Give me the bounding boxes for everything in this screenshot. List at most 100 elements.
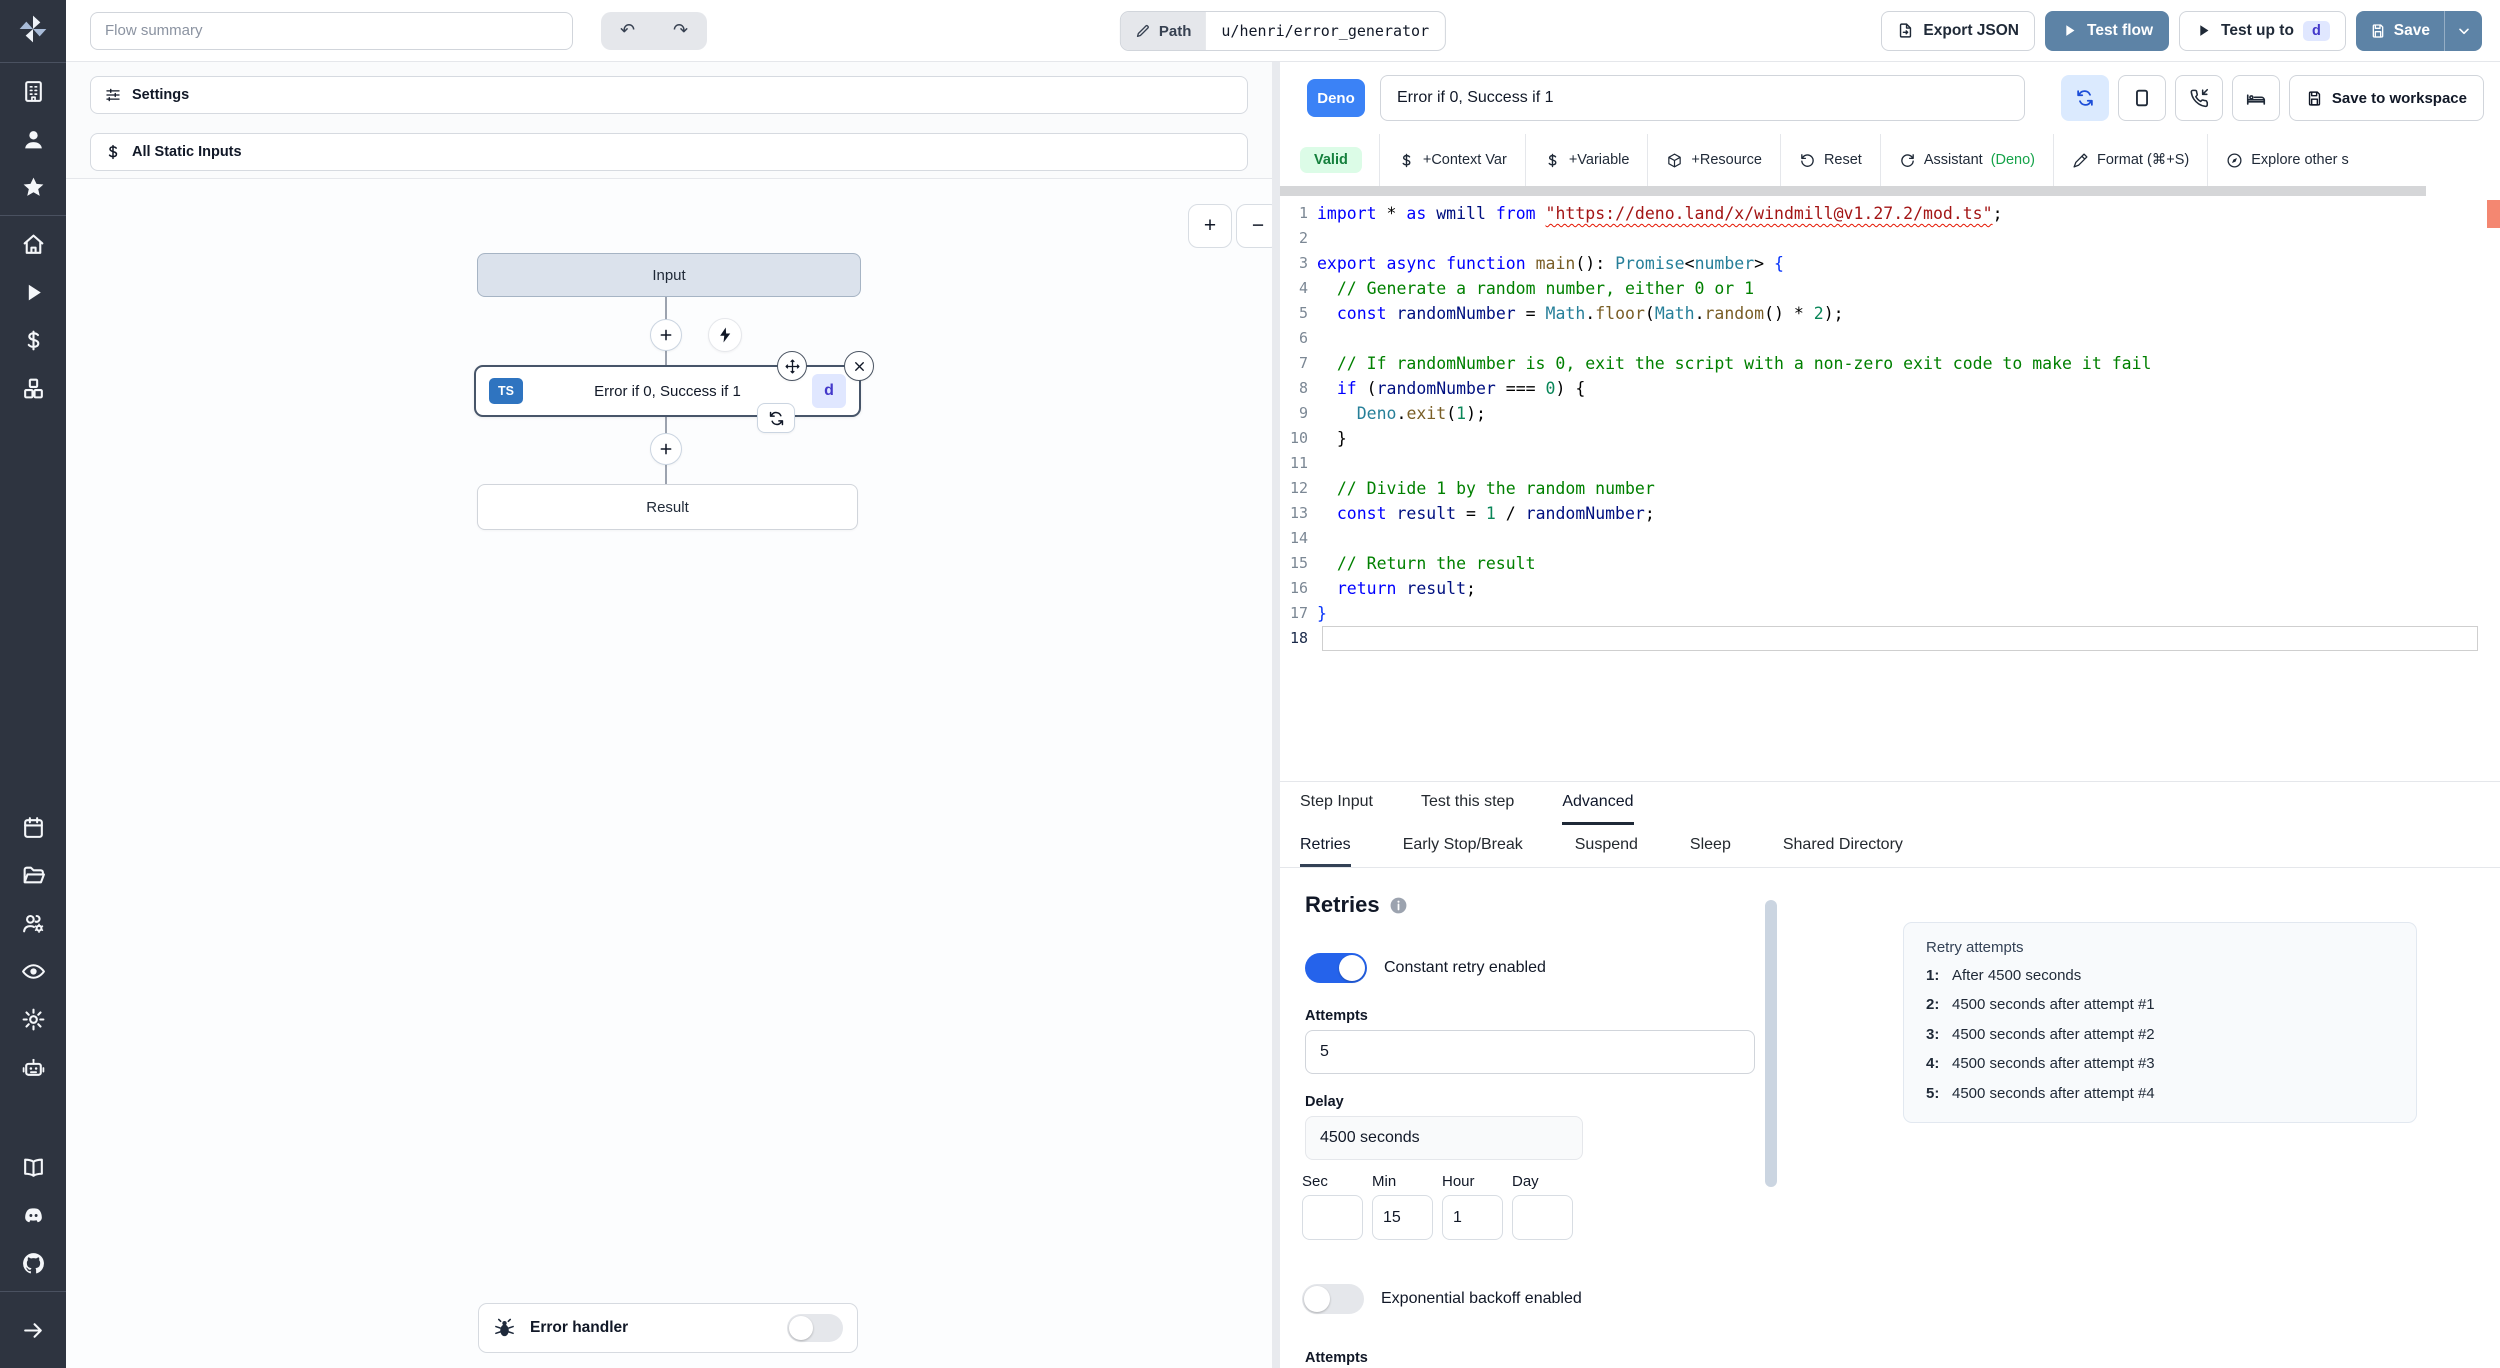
- code-editor[interactable]: 1 import * as wmill from "https://deno.la…: [1280, 196, 2500, 781]
- save-button-group: Save: [2355, 10, 2482, 51]
- result-node[interactable]: Result: [477, 484, 858, 530]
- attempts-label-clipped: Attempts: [1305, 1350, 1368, 1366]
- toolbar-format-s-button[interactable]: Format (⌘+S): [2053, 134, 2207, 186]
- close-icon: [852, 359, 867, 374]
- toolbar-reset-button[interactable]: Reset: [1779, 134, 1880, 186]
- tab-test-this-step[interactable]: Test this step: [1421, 782, 1514, 825]
- line-number: 10: [1289, 429, 1308, 447]
- sidebar-item-star[interactable]: [0, 163, 66, 211]
- windmill-logo[interactable]: [0, 0, 66, 58]
- test-flow-button[interactable]: Test flow: [2045, 10, 2170, 51]
- app-sidebar: [0, 0, 66, 1368]
- step-title-input[interactable]: [1380, 75, 2025, 121]
- subtab-retries[interactable]: Retries: [1300, 825, 1351, 867]
- bug-icon: [493, 1317, 516, 1340]
- save-dropdown-button[interactable]: [2444, 10, 2482, 51]
- redo-button[interactable]: ↷: [654, 12, 707, 50]
- delete-step-button[interactable]: [844, 351, 874, 381]
- sidebar-item-gear[interactable]: [0, 995, 66, 1043]
- subtab-early-stop-break[interactable]: Early Stop/Break: [1403, 825, 1523, 867]
- flow-settings-button[interactable]: Settings: [90, 76, 1248, 114]
- code-line-4: 4 // Generate a random number, either 0 …: [1280, 276, 2500, 301]
- script-header: Deno Save to workspace: [1280, 62, 2500, 134]
- insert-step-below-button[interactable]: [650, 433, 682, 465]
- sidebar-item-dollar[interactable]: [0, 316, 66, 364]
- book-icon: [21, 1155, 46, 1180]
- advanced-subtabs: Retries Early Stop/Break Suspend Sleep Share…: [1280, 825, 2500, 868]
- all-static-inputs-button[interactable]: All Static Inputs: [90, 133, 1248, 171]
- attempts-label: Attempts: [1305, 1008, 1368, 1024]
- trigger-button[interactable]: [708, 318, 742, 352]
- retries-section: Retries Constant retry enabled Attempts …: [1280, 868, 2500, 1368]
- toolbar-explore-other-s-button[interactable]: Explore other s: [2207, 134, 2367, 186]
- path-editor[interactable]: Path u/henri/error_generator: [1119, 11, 1447, 51]
- test-up-to-button[interactable]: Test up to d: [2179, 10, 2346, 51]
- sidebar-item-folder[interactable]: [0, 851, 66, 899]
- sidebar-item-robot[interactable]: [0, 1043, 66, 1091]
- editor-toolbar: Valid +Context Var +Variable +Resource Rese…: [1280, 134, 2500, 186]
- insert-step-above-button[interactable]: [650, 319, 682, 351]
- arrow-right-icon: [21, 1318, 46, 1343]
- flow-summary-input[interactable]: [90, 11, 573, 50]
- refresh-button[interactable]: [2060, 75, 2109, 121]
- plus-icon: [658, 441, 674, 457]
- sidebar-item-discord[interactable]: [0, 1191, 66, 1239]
- delay-min-input[interactable]: [1372, 1195, 1433, 1240]
- exponential-backoff-toggle[interactable]: [1302, 1284, 1364, 1314]
- sidebar-item-github[interactable]: [0, 1239, 66, 1287]
- retry-attempt-row: 5: 4500 seconds after attempt #4: [1926, 1084, 2155, 1102]
- sidebar-item-home[interactable]: [0, 220, 66, 268]
- step-retry-indicator[interactable]: [757, 403, 795, 433]
- move-step-handle[interactable]: [777, 351, 807, 381]
- input-node[interactable]: Input: [477, 253, 861, 297]
- subtab-sleep[interactable]: Sleep: [1690, 825, 1731, 867]
- sidebar-item-cubes[interactable]: [0, 364, 66, 412]
- delay-input[interactable]: [1305, 1116, 1583, 1160]
- error-handler-toggle[interactable]: [787, 1314, 843, 1342]
- tab-step-input[interactable]: Step Input: [1300, 782, 1373, 825]
- delay-label: Delay: [1305, 1094, 1344, 1110]
- subtab-shared-directory[interactable]: Shared Directory: [1783, 825, 1903, 867]
- retries-scrollbar[interactable]: [1765, 900, 1777, 1187]
- export-json-button[interactable]: Export JSON: [1881, 10, 2035, 51]
- cubes-icon: [21, 376, 46, 401]
- subtab-suspend[interactable]: Suspend: [1575, 825, 1638, 867]
- sidebar-item-eye[interactable]: [0, 947, 66, 995]
- code-line-12: 12 // Divide 1 by the random number: [1280, 476, 2500, 501]
- delay-sec-input[interactable]: [1302, 1195, 1363, 1240]
- zoom-in-button[interactable]: +: [1188, 204, 1232, 248]
- sidebar-item-building[interactable]: [0, 67, 66, 115]
- rotate-ccw-icon: [1799, 152, 1816, 169]
- sidebar-item-user[interactable]: [0, 115, 66, 163]
- flow-graph-canvas[interactable]: + − Input TS Error if 0, Success if 1 d: [66, 178, 1280, 1368]
- delay-hour-input[interactable]: [1442, 1195, 1503, 1240]
- deno-language-badge: Deno: [1307, 79, 1365, 117]
- bed-button[interactable]: [2231, 75, 2280, 121]
- sidebar-item-calendar[interactable]: [0, 803, 66, 851]
- move-icon: [784, 358, 801, 375]
- delay-day-input[interactable]: [1512, 1195, 1573, 1240]
- toolbar-variable-button[interactable]: +Variable: [1524, 134, 1648, 186]
- phone-incoming-button[interactable]: [2174, 75, 2223, 121]
- sidebar-item-play[interactable]: [0, 268, 66, 316]
- line-number: 18: [1289, 629, 1308, 647]
- toolbar-resource-button[interactable]: +Resource: [1647, 134, 1780, 186]
- tab-advanced[interactable]: Advanced: [1562, 782, 1634, 825]
- save-button[interactable]: Save: [2356, 11, 2444, 51]
- sidebar-item-book[interactable]: [0, 1143, 66, 1191]
- save-to-workspace-button[interactable]: Save to workspace: [2288, 75, 2484, 121]
- constant-retry-row: Constant retry enabled: [1305, 953, 1546, 983]
- info-icon[interactable]: [1389, 896, 1408, 915]
- undo-button[interactable]: ↶: [601, 12, 654, 50]
- line-number: 15: [1289, 554, 1308, 572]
- panel-resizer[interactable]: [1272, 62, 1280, 1368]
- sidebar-item-users-gear[interactable]: [0, 899, 66, 947]
- square-button[interactable]: [2117, 75, 2166, 121]
- attempts-input[interactable]: [1305, 1030, 1755, 1074]
- dollar-icon: [104, 143, 122, 161]
- error-handler-row[interactable]: Error handler: [478, 1303, 858, 1353]
- toolbar-context-var-button[interactable]: +Context Var: [1378, 134, 1525, 186]
- sidebar-expand-button[interactable]: [0, 1306, 66, 1354]
- constant-retry-toggle[interactable]: [1305, 953, 1367, 983]
- toolbar-assistant-button[interactable]: Assistant (Deno): [1879, 134, 2053, 186]
